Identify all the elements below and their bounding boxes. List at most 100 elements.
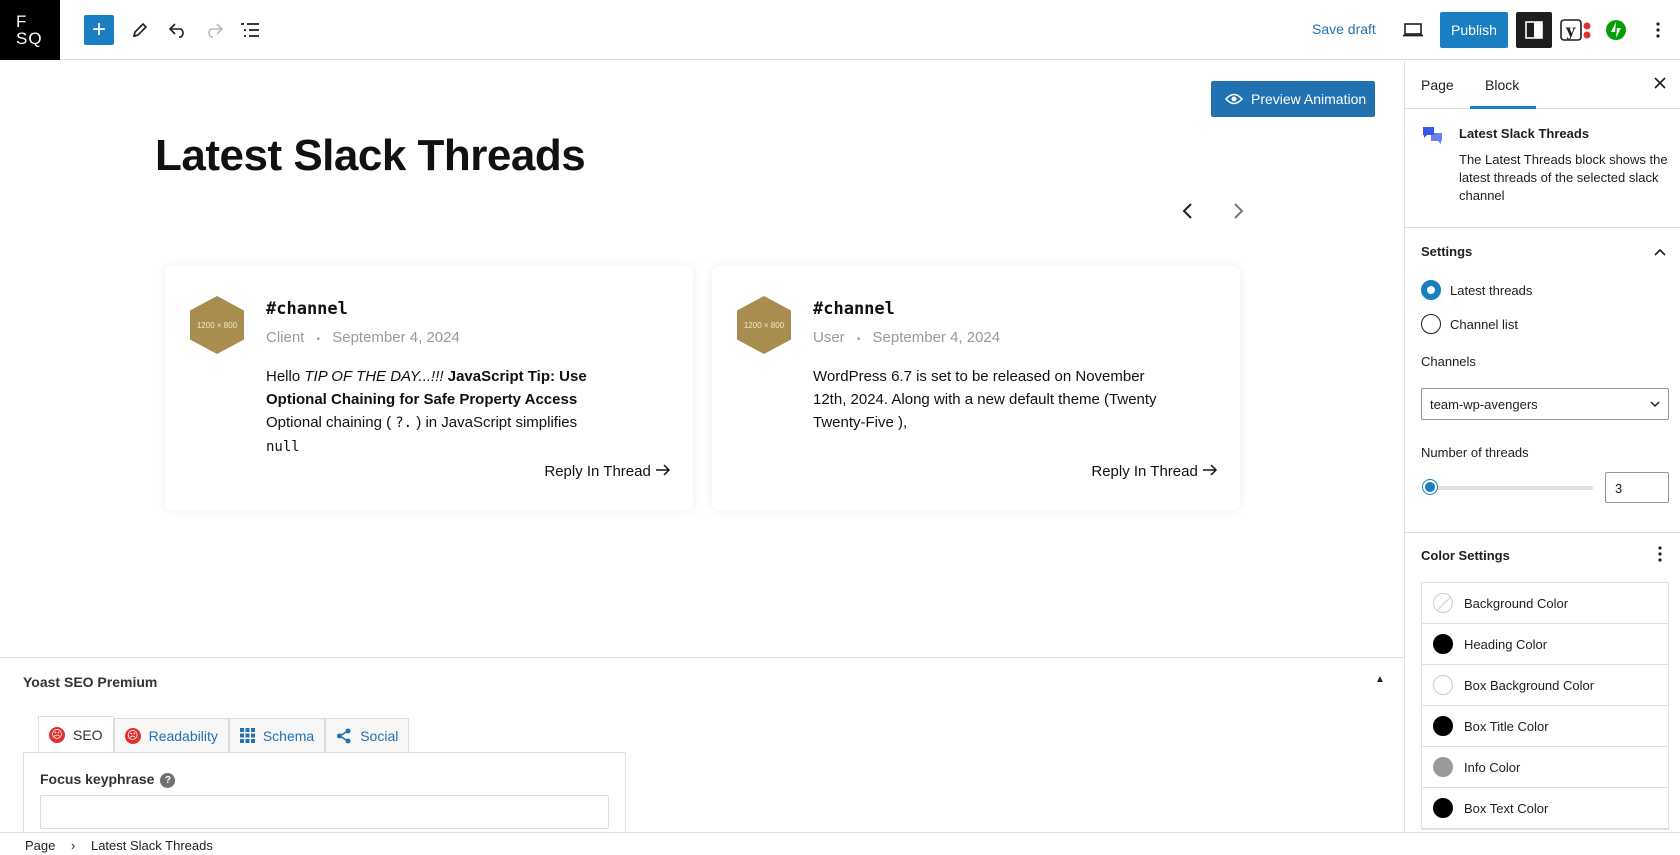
focus-keyphrase-input[interactable]: [40, 795, 609, 829]
color-setting-row[interactable]: Box Title Color: [1422, 706, 1668, 747]
tab-readability[interactable]: ☹ Readability: [113, 718, 229, 752]
focus-keyphrase-label: Focus keyphrase?: [40, 771, 176, 788]
reply-in-thread-link[interactable]: Reply In Thread: [1091, 463, 1218, 480]
color-setting-row[interactable]: Box Background Color: [1422, 665, 1668, 706]
help-icon[interactable]: ?: [160, 772, 176, 788]
color-setting-row[interactable]: Box Text Color: [1422, 788, 1668, 829]
arrow-right-icon: [1203, 464, 1218, 476]
card-body-code: ?.: [395, 415, 413, 431]
threads-slider[interactable]: [1423, 480, 1593, 494]
reply-in-thread-link[interactable]: Reply In Thread: [544, 463, 671, 480]
more-options-icon[interactable]: [1648, 18, 1668, 42]
chevron-right-icon: [1234, 203, 1244, 219]
chevron-down-icon: [1650, 401, 1660, 408]
avatar-placeholder-image: 1200 × 800: [190, 296, 244, 354]
settings-panel-title[interactable]: Settings: [1421, 244, 1472, 259]
sidebar-icon: [1525, 21, 1543, 39]
card-author: Client: [266, 329, 305, 346]
jetpack-icon[interactable]: [1604, 18, 1628, 42]
tab-schema[interactable]: Schema: [228, 718, 326, 752]
breadcrumb-block[interactable]: Latest Slack Threads: [91, 838, 213, 853]
collapse-arrow-icon[interactable]: ▲: [1375, 674, 1385, 685]
threads-number-input[interactable]: 3: [1605, 472, 1669, 503]
tab-page[interactable]: Page: [1421, 77, 1454, 93]
sidebar-tabs: Page Block: [1405, 61, 1680, 109]
color-swatch: [1433, 798, 1453, 818]
color-settings-list: Background Color Heading Color Box Backgro…: [1421, 582, 1669, 830]
color-setting-label: Heading Color: [1464, 636, 1548, 652]
tab-seo[interactable]: ☹ SEO: [38, 716, 114, 752]
block-name: Latest Slack Threads: [1459, 126, 1590, 141]
eye-icon: [1225, 93, 1243, 105]
breadcrumb: Page › Latest Slack Threads: [0, 832, 1680, 855]
preview-device-icon[interactable]: [1400, 18, 1426, 42]
color-swatch: [1433, 593, 1453, 613]
color-setting-label: Box Title Color: [1464, 718, 1549, 734]
color-setting-row[interactable]: Heading Color: [1422, 624, 1668, 665]
placeholder-size-text: 1200 × 800: [744, 321, 785, 330]
channels-label: Channels: [1421, 354, 1476, 369]
radio-channel-label: Channel list: [1450, 316, 1518, 332]
save-draft-button[interactable]: Save draft: [1312, 21, 1376, 37]
color-swatch: [1433, 757, 1453, 777]
preview-animation-button[interactable]: Preview Animation: [1211, 81, 1375, 117]
seo-tab-panel: Focus keyphrase?: [23, 752, 626, 842]
add-block-button[interactable]: +: [84, 15, 114, 45]
reply-label: Reply In Thread: [544, 463, 651, 480]
color-setting-label: Box Text Color: [1464, 800, 1549, 816]
thread-card: 1200 × 800 #channel User • September 4, …: [712, 266, 1240, 510]
thread-card: 1200 × 800 #channel Client • September 4…: [165, 266, 693, 510]
carousel-next-button[interactable]: [1231, 201, 1245, 227]
channels-select[interactable]: team-wp-avengers: [1421, 388, 1669, 420]
radio-latest-threads[interactable]: Latest threads: [1421, 280, 1532, 300]
tab-seo-label: SEO: [73, 726, 103, 743]
card-body: WordPress 6.7 is set to be released on N…: [813, 368, 1157, 431]
preview-animation-label: Preview Animation: [1251, 91, 1367, 107]
color-setting-row[interactable]: Background Color: [1422, 583, 1668, 624]
card-author: User: [813, 329, 845, 346]
undo-icon[interactable]: [166, 18, 190, 42]
sad-face-icon: ☹: [49, 726, 65, 743]
card-body-text: Optional chaining (: [266, 414, 396, 431]
color-setting-row[interactable]: Info Color: [1422, 747, 1668, 788]
edit-pencil-icon[interactable]: [128, 18, 152, 42]
redo-icon[interactable]: [202, 18, 226, 42]
color-swatch: [1433, 716, 1453, 736]
publish-button[interactable]: Publish: [1440, 12, 1508, 48]
radio-unchecked[interactable]: [1421, 314, 1441, 334]
color-setting-label: Box Background Color: [1464, 677, 1595, 693]
radio-channel-list[interactable]: Channel list: [1421, 314, 1518, 334]
radio-checked[interactable]: [1421, 280, 1441, 300]
tab-schema-label: Schema: [262, 727, 315, 744]
slider-thumb[interactable]: [1423, 480, 1437, 494]
tab-social-label: Social: [360, 727, 399, 744]
site-logo[interactable]: F SQ: [0, 0, 60, 60]
block-info-card: Latest Slack Threads The Latest Threads …: [1405, 110, 1680, 228]
tab-social[interactable]: Social: [325, 718, 410, 752]
radio-latest-label: Latest threads: [1450, 282, 1533, 298]
block-description: The Latest Threads block shows the lates…: [1459, 152, 1668, 203]
card-meta: User • September 4, 2024: [813, 329, 1001, 346]
tab-block[interactable]: Block: [1485, 77, 1519, 93]
close-icon: [1654, 77, 1666, 89]
yoast-seo-panel: Yoast SEO Premium ▲ ☹ SEO ☹ Readability …: [0, 657, 1404, 842]
chevron-up-icon[interactable]: [1653, 244, 1667, 262]
page-title[interactable]: Latest Slack Threads: [155, 131, 586, 181]
editor-canvas: Preview Animation Latest Slack Threads 1…: [0, 61, 1404, 657]
sad-face-icon: ☹: [124, 727, 141, 744]
color-settings-title[interactable]: Color Settings: [1421, 548, 1510, 563]
threads-label: Number of threads: [1421, 445, 1529, 460]
carousel-prev-button[interactable]: [1181, 201, 1195, 227]
color-swatch: [1433, 675, 1453, 695]
color-setting-label: Background Color: [1464, 595, 1569, 611]
yoast-panel-title[interactable]: Yoast SEO Premium: [23, 674, 157, 690]
close-sidebar-button[interactable]: [1653, 74, 1667, 95]
settings-sidebar: Page Block Latest Slack Threads The Late…: [1404, 61, 1680, 832]
breadcrumb-page[interactable]: Page: [25, 838, 55, 853]
document-overview-icon[interactable]: [238, 18, 262, 42]
yoast-icon[interactable]: y: [1560, 16, 1594, 44]
svg-text:y: y: [1565, 21, 1576, 40]
yoast-tabs: ☹ SEO ☹ Readability Schema Social: [38, 716, 410, 752]
more-options-icon[interactable]: [1658, 546, 1662, 567]
settings-sidebar-toggle[interactable]: [1516, 12, 1552, 48]
